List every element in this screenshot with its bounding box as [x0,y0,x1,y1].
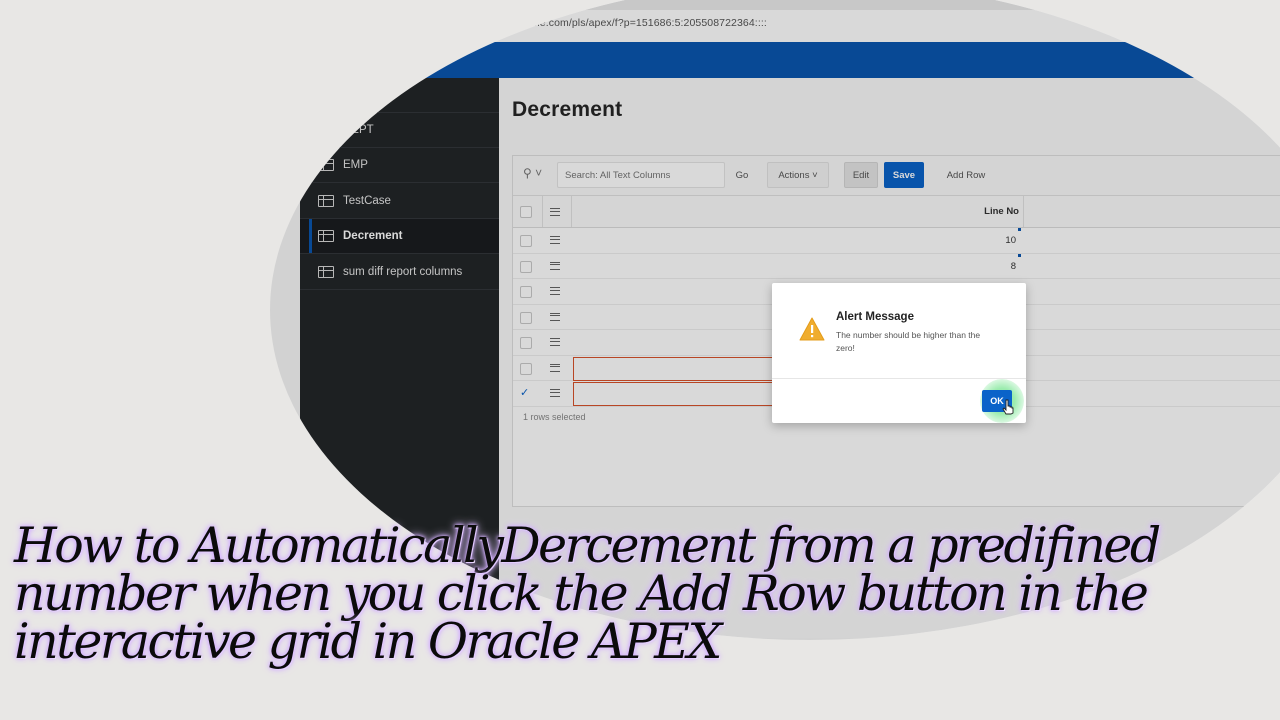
warning-icon [799,317,825,341]
favorite-star-icon[interactable]: ☆ [1246,14,1258,30]
video-caption: How to AutomaticallyDercement from a pre… [14,517,1161,670]
menu-toggle-icon[interactable]: ☰ [368,51,380,67]
read-aloud-icon[interactable]: Â [1212,14,1221,29]
dialog-title: Alert Message [836,311,914,323]
hand-cursor-icon [1002,399,1014,415]
sidebar-item-label: Home [343,89,374,101]
dialog-message: The number should be higher than the zer… [836,330,981,353]
lock-icon[interactable]: ☍ [432,16,444,29]
alert-dialog: Alert Message The number should be highe… [772,283,1026,423]
table-icon [318,124,334,136]
dialog-divider [772,378,1026,379]
